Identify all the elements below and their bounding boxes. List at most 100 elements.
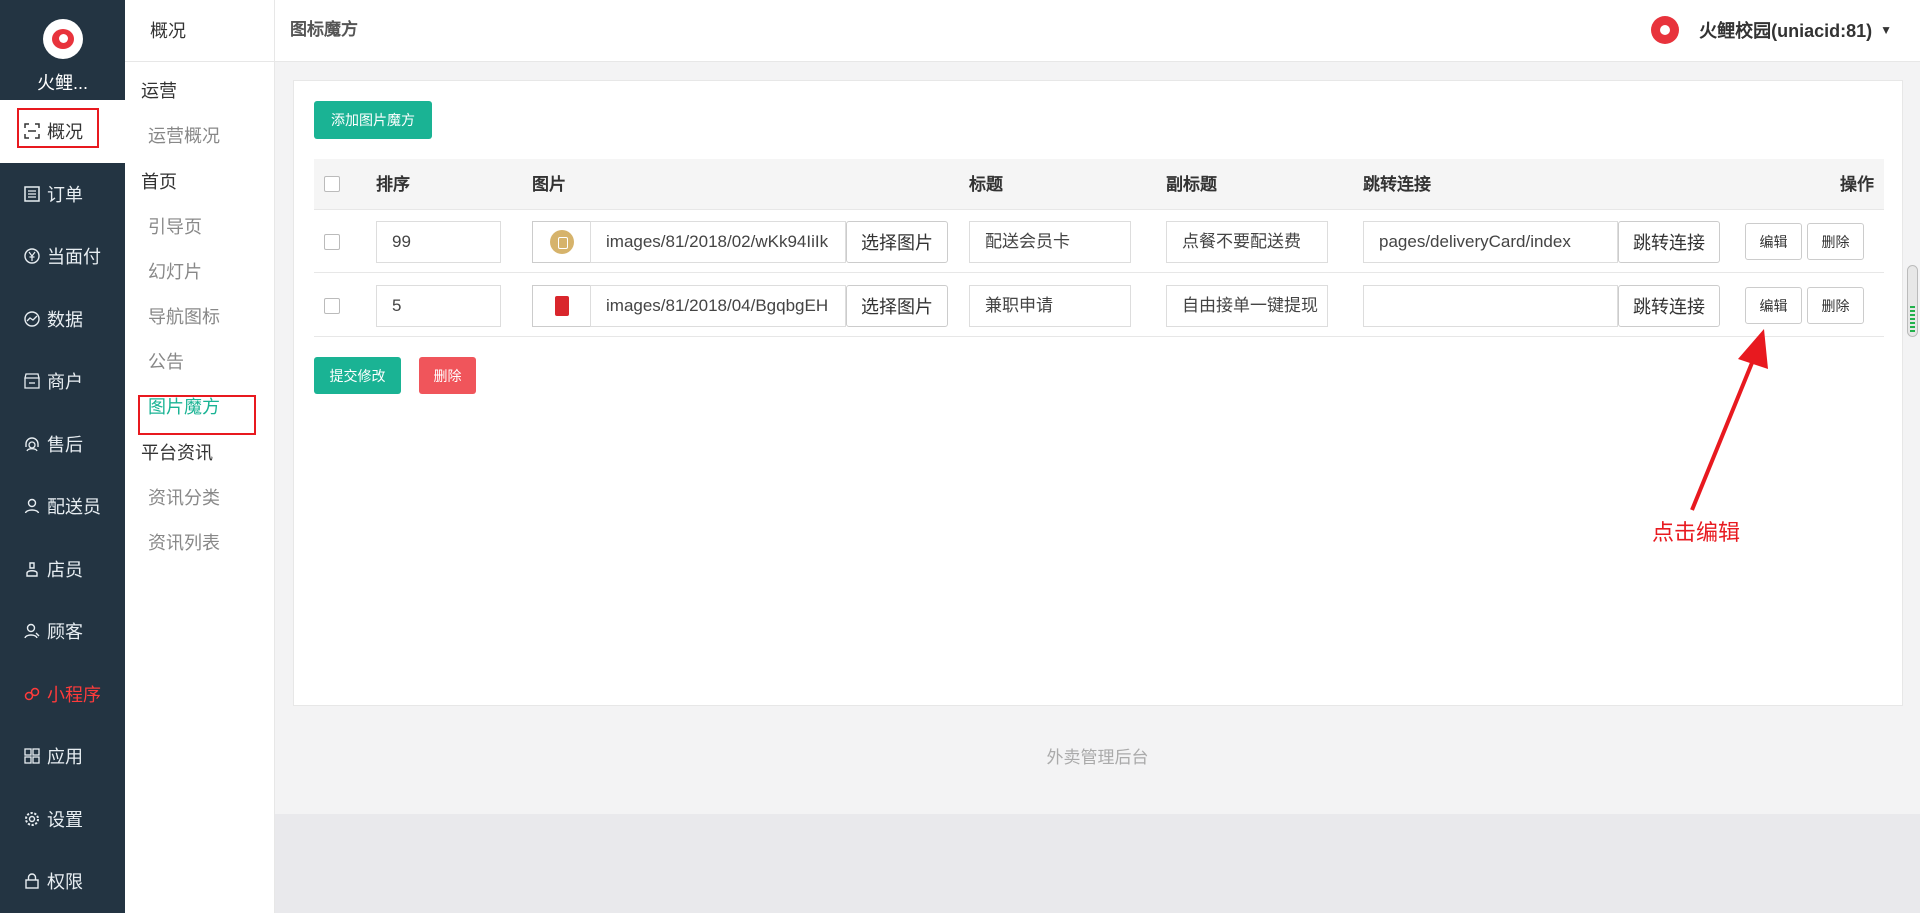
subtitle-input[interactable]: 自由接单一键提现: [1166, 285, 1328, 327]
add-picture-cube-button[interactable]: 添加图片魔方: [314, 101, 432, 139]
subtitle-input[interactable]: 点餐不要配送费: [1166, 221, 1328, 263]
sidebar-item-label: 小程序: [47, 684, 101, 705]
link-select-button[interactable]: 跳转连接: [1618, 285, 1720, 327]
col-link: 跳转连接: [1363, 175, 1431, 194]
subnav-header: 概况: [125, 0, 274, 62]
sidebar-item-label: 商户: [47, 372, 83, 393]
title-input[interactable]: 兼职申请: [969, 285, 1131, 327]
sidebar-item-label: 顾客: [47, 622, 83, 643]
clerk-icon: [23, 560, 41, 578]
select-all-checkbox[interactable]: [324, 176, 340, 192]
gear-icon: [23, 810, 41, 828]
highlight-box-overview: [17, 108, 99, 148]
footer-text: 外卖管理后台: [1046, 748, 1149, 767]
account-name: 火鲤校园(uniacid:81): [1699, 21, 1873, 41]
secondary-sidebar: 概况 运营 运营概况 首页 引导页 幻灯片 导航图标 公告 图片魔方 平台资讯 …: [125, 0, 275, 913]
sidebar-item-label: 当面付: [47, 247, 101, 268]
sidebar-item-face-pay[interactable]: 当面付: [0, 225, 125, 288]
top-header: 图标魔方 火鲤校园(uniacid:81) ▼: [275, 0, 1920, 62]
subnav-group-news: 平台资讯: [141, 443, 213, 463]
edit-button[interactable]: 编辑: [1745, 287, 1802, 324]
subnav-item-notice[interactable]: 公告: [125, 340, 274, 385]
yen-icon: [23, 247, 41, 265]
footer-band: [275, 814, 1920, 913]
caret-down-icon: ▼: [1880, 23, 1892, 37]
user-icon: [23, 497, 41, 515]
row-checkbox[interactable]: [324, 298, 340, 314]
sidebar-item-label: 店员: [47, 559, 83, 580]
sidebar-item-courier[interactable]: 配送员: [0, 475, 125, 538]
col-title: 标题: [969, 175, 1003, 194]
select-image-button[interactable]: 选择图片: [846, 285, 948, 327]
image-thumbnail: [532, 221, 590, 263]
account-logo-icon: [1651, 16, 1680, 44]
store-icon: [23, 372, 41, 390]
delete-row-button[interactable]: 删除: [1807, 223, 1864, 260]
image-path-input[interactable]: images/81/2018/02/wKk94IiIk: [590, 221, 846, 263]
page-title: 图标魔方: [290, 20, 358, 39]
edit-button[interactable]: 编辑: [1745, 223, 1802, 260]
subnav-group-home: 首页: [141, 172, 177, 192]
subnav-group-ops: 运营: [141, 81, 177, 101]
table-row: 99 images/81/2018/02/wKk94IiIk 选择图片 配送会员…: [314, 210, 1884, 273]
red-packet-image-icon: [554, 296, 569, 316]
chart-line-icon: [23, 310, 41, 328]
col-image: 图片: [532, 175, 566, 194]
sidebar-item-data[interactable]: 数据: [0, 288, 125, 351]
sidebar-item-label: 设置: [47, 809, 83, 830]
image-thumbnail: [532, 285, 590, 327]
brand-name: 火鲤...: [36, 73, 88, 93]
col-order: 排序: [376, 175, 410, 194]
image-path-input[interactable]: images/81/2018/04/BgqbgEH: [590, 285, 846, 327]
sidebar-item-merchant[interactable]: 商户: [0, 350, 125, 413]
subnav-item-guide[interactable]: 引导页: [125, 205, 274, 250]
title-input[interactable]: 配送会员卡: [969, 221, 1131, 263]
link-input[interactable]: [1363, 285, 1618, 327]
annotation-label: 点击编辑: [1652, 520, 1741, 545]
account-menu[interactable]: 火鲤校园(uniacid:81) ▼: [1651, 0, 1892, 60]
lock-icon: [23, 872, 41, 890]
sidebar-item-permissions[interactable]: 权限: [0, 850, 125, 913]
row-checkbox[interactable]: [324, 234, 340, 250]
table-header: 排序 图片 标题 副标题 跳转连接 操作: [314, 159, 1884, 210]
sidebar-item-label: 售后: [47, 434, 83, 455]
order-input[interactable]: 5: [376, 285, 501, 327]
sidebar-item-label: 数据: [47, 309, 83, 330]
subnav-item-news-list[interactable]: 资讯列表: [125, 521, 274, 566]
subnav-item-nav-icons[interactable]: 导航图标: [125, 295, 274, 340]
subnav-item-slides[interactable]: 幻灯片: [125, 250, 274, 295]
table-row: 5 images/81/2018/04/BgqbgEH 选择图片 兼职申请 自由…: [314, 274, 1884, 337]
link-select-button[interactable]: 跳转连接: [1618, 221, 1720, 263]
select-image-button[interactable]: 选择图片: [846, 221, 948, 263]
sidebar-item-customer[interactable]: 顾客: [0, 600, 125, 663]
sidebar-item-orders[interactable]: 订单: [0, 163, 125, 226]
sidebar-item-after-sale[interactable]: 售后: [0, 413, 125, 476]
delete-row-button[interactable]: 删除: [1807, 287, 1864, 324]
delete-button[interactable]: 删除: [419, 357, 476, 394]
col-actions: 操作: [1840, 175, 1874, 194]
member-card-image-icon: [549, 230, 574, 254]
miniprogram-icon: [23, 685, 41, 703]
sidebar-item-miniprogram[interactable]: 小程序: [0, 663, 125, 726]
sidebar-item-label: 应用: [47, 747, 83, 768]
order-list-icon: [23, 185, 41, 203]
sidebar-item-clerk[interactable]: 店员: [0, 538, 125, 601]
scrollbar[interactable]: [1907, 265, 1918, 337]
subnav-item-ops-overview[interactable]: 运营概况: [125, 114, 274, 159]
brand-logo-icon: [42, 19, 83, 59]
headset-icon: [23, 435, 41, 453]
apps-icon: [23, 747, 41, 765]
customer-icon: [23, 622, 41, 640]
sidebar-item-label: 配送员: [47, 497, 101, 518]
col-subtitle: 副标题: [1166, 175, 1217, 194]
order-input[interactable]: 99: [376, 221, 501, 263]
sidebar-item-label: 权限: [47, 872, 83, 893]
submit-changes-button[interactable]: 提交修改: [314, 357, 401, 394]
content-panel: 添加图片魔方 排序 图片 标题 副标题 跳转连接 操作 99 images/81…: [293, 80, 1903, 706]
subnav-item-news-category[interactable]: 资讯分类: [125, 476, 274, 521]
sidebar-item-settings[interactable]: 设置: [0, 788, 125, 851]
highlight-box-picture-cube: [138, 395, 256, 435]
sidebar-item-apps[interactable]: 应用: [0, 725, 125, 788]
brand[interactable]: 火鲤...: [0, 0, 125, 100]
link-input[interactable]: pages/deliveryCard/index: [1363, 221, 1618, 263]
